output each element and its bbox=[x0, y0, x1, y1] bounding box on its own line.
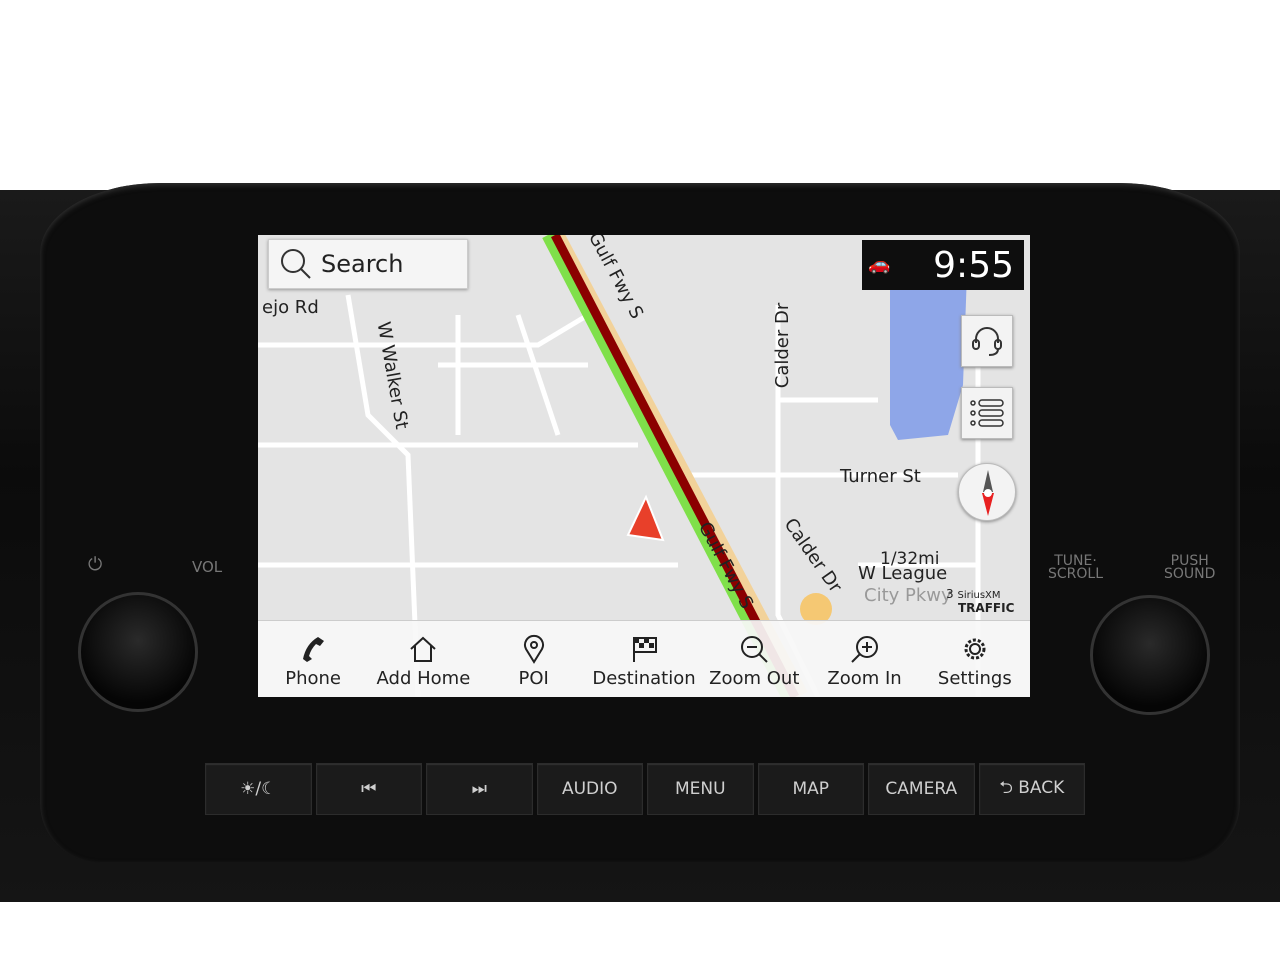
hard-button-row: ☀/☾ ⏮ ⏭ AUDIO MENU MAP CAMERA ⮌ BACK bbox=[205, 763, 1085, 815]
nav-label: Destination bbox=[592, 668, 696, 689]
power-icon: ⏻ bbox=[88, 554, 103, 575]
traffic-brand: SiriusXM bbox=[957, 590, 1001, 601]
nav-label: Zoom Out bbox=[709, 668, 800, 689]
vol-label: VOL bbox=[192, 558, 223, 576]
zoom-out-icon bbox=[741, 636, 768, 663]
time: 9:55 bbox=[933, 244, 1014, 286]
day-night-button[interactable]: ☀/☾ bbox=[205, 763, 312, 815]
status-clock: 🚗 9:55 bbox=[862, 240, 1024, 290]
push-sound-label: PUSH SOUND bbox=[1164, 553, 1216, 582]
nav-add-home-button[interactable]: Add Home bbox=[368, 621, 478, 697]
traffic-indicator[interactable]: 3 SiriusXM TRAFFIC bbox=[946, 588, 1014, 614]
next-track-button[interactable]: ⏭ bbox=[426, 763, 533, 815]
nav-label: Settings bbox=[937, 668, 1012, 689]
previous-track-button[interactable]: ⏮ bbox=[315, 763, 422, 815]
road-label: City Pkwy bbox=[864, 585, 952, 606]
search-icon bbox=[281, 249, 311, 279]
back-button[interactable]: ⮌ BACK bbox=[978, 763, 1085, 815]
compass-icon bbox=[982, 470, 994, 516]
road-label: Turner St bbox=[840, 466, 921, 487]
phone-icon bbox=[303, 637, 325, 662]
home-add-icon bbox=[410, 636, 437, 662]
bottom-nav-bar: Phone Add Home POI Destination Zoom Out … bbox=[258, 620, 1030, 697]
road-label: ejo Rd bbox=[262, 297, 319, 318]
headset-icon bbox=[972, 327, 1002, 356]
nav-label: Add Home bbox=[376, 668, 471, 689]
voice-assistant-button[interactable] bbox=[961, 315, 1013, 367]
nav-zoom-out-button[interactable]: Zoom Out bbox=[699, 621, 809, 697]
tune-scroll-label: TUNE· SCROLL bbox=[1048, 553, 1104, 582]
map-scale: 1/32mi bbox=[880, 549, 940, 569]
volume-knob[interactable] bbox=[78, 592, 198, 712]
navigation-screen: ejo Rd W Walker St Gulf Fwy S Calder Dr … bbox=[258, 235, 1030, 697]
traffic-count: 3 bbox=[946, 587, 954, 601]
audio-button[interactable]: AUDIO bbox=[536, 763, 643, 815]
compass-button[interactable] bbox=[958, 463, 1016, 521]
nav-label: POI bbox=[518, 668, 549, 689]
tune-scroll-knob[interactable] bbox=[1090, 595, 1210, 715]
camera-button[interactable]: CAMERA bbox=[868, 763, 975, 815]
gear-icon bbox=[964, 638, 986, 660]
nav-zoom-in-button[interactable]: Zoom In bbox=[809, 621, 919, 697]
road-label: Calder Dr bbox=[772, 302, 794, 389]
nav-label: Zoom In bbox=[827, 668, 902, 689]
menu-button[interactable]: MENU bbox=[647, 763, 754, 815]
search-button[interactable]: Search bbox=[268, 239, 468, 289]
list-icon bbox=[970, 399, 1004, 427]
zoom-in-icon bbox=[850, 636, 878, 663]
nav-destination-button[interactable]: Destination bbox=[589, 621, 699, 697]
location-pin-icon bbox=[523, 634, 544, 664]
list-button[interactable] bbox=[961, 387, 1013, 439]
car-connected-icon: 🚗 bbox=[868, 254, 891, 275]
checkered-flag-icon bbox=[632, 637, 657, 662]
map-button[interactable]: MAP bbox=[757, 763, 864, 815]
nav-label: Phone bbox=[285, 668, 342, 689]
nav-phone-button[interactable]: Phone bbox=[258, 621, 368, 697]
traffic-label: TRAFFIC bbox=[958, 601, 1015, 615]
nav-poi-button[interactable]: POI bbox=[479, 621, 589, 697]
search-label: Search bbox=[321, 250, 404, 278]
nav-settings-button[interactable]: Settings bbox=[920, 621, 1030, 697]
